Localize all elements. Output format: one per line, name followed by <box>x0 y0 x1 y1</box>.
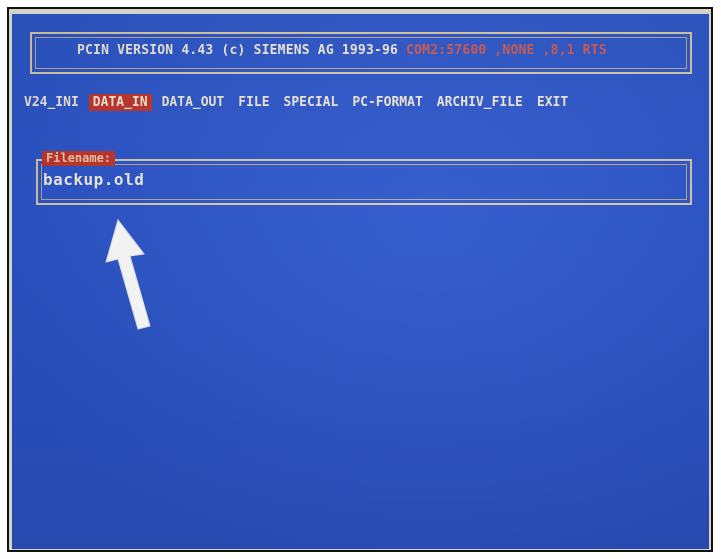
title-box: PCIN VERSION 4.43 (c) SIEMENS AG 1993-96… <box>30 32 692 74</box>
menu-bar: V24_INI DATA_IN DATA_OUT FILE SPECIAL PC… <box>20 93 578 111</box>
menu-item-data-out[interactable]: DATA_OUT <box>158 94 229 111</box>
menu-item-exit[interactable]: EXIT <box>533 94 572 111</box>
up-arrow-icon <box>105 218 151 330</box>
menu-item-v24-ini[interactable]: V24_INI <box>20 94 83 111</box>
title-line: PCIN VERSION 4.43 (c) SIEMENS AG 1993-96… <box>77 43 607 58</box>
dos-screen: PCIN VERSION 4.43 (c) SIEMENS AG 1993-96… <box>12 14 709 549</box>
filename-value[interactable]: backup.old <box>43 170 144 189</box>
menu-item-archiv-file[interactable]: ARCHIV_FILE <box>433 94 527 111</box>
filename-label: Filename: <box>42 151 116 166</box>
menu-item-data-in[interactable]: DATA_IN <box>88 93 152 111</box>
menu-item-file[interactable]: FILE <box>234 94 273 111</box>
port-status: COM2:57600 ,NONE ,8,1 RTS <box>406 43 607 58</box>
menu-item-pc-format[interactable]: PC-FORMAT <box>348 94 426 111</box>
menu-item-special[interactable]: SPECIAL <box>280 94 343 111</box>
app-title: PCIN VERSION 4.43 (c) SIEMENS AG 1993-96 <box>77 43 399 58</box>
